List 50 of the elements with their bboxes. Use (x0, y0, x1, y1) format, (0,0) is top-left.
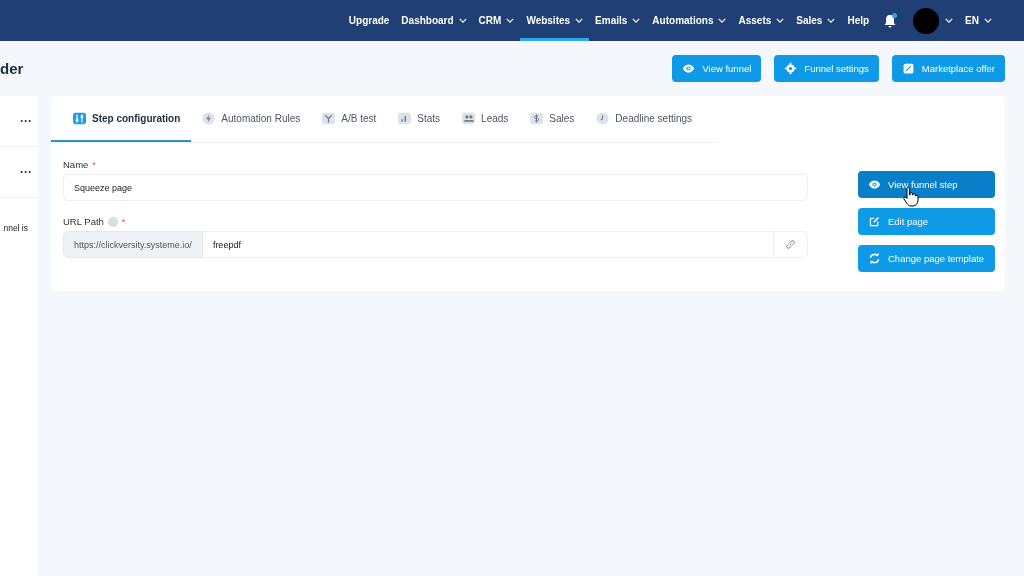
language-menu[interactable]: EN (959, 0, 998, 41)
url-path-field[interactable]: freepdf (202, 231, 773, 258)
sliders-icon (73, 111, 86, 125)
nav-item[interactable]: Upgrade (342, 0, 396, 41)
clock-icon (596, 111, 610, 125)
tab[interactable]: A/B test (311, 96, 388, 142)
sidebar-text: nnel is (3, 223, 28, 233)
tab[interactable]: Step configuration (51, 96, 192, 142)
tab[interactable]: Leads (451, 96, 520, 142)
name-field[interactable]: Squeeze page (63, 174, 808, 201)
nav-item[interactable]: Dashboard (395, 0, 473, 41)
more-menu[interactable]: ··· (20, 165, 32, 179)
nav-item[interactable]: CRM (472, 0, 521, 41)
step-button[interactable]: View funnel step (858, 171, 995, 198)
link-button[interactable] (773, 231, 808, 258)
caret-icon (945, 18, 954, 23)
hand-cursor-icon (902, 187, 919, 207)
eye-icon (682, 62, 696, 75)
tab[interactable]: Sales (519, 96, 586, 142)
field-label: Name (63, 159, 89, 170)
tag-icon (901, 62, 915, 75)
nav-item[interactable]: Emails (589, 0, 647, 41)
nav-item[interactable]: Sales (790, 0, 842, 41)
nav-item[interactable]: Help (841, 0, 876, 41)
page-title: der (0, 60, 24, 77)
bar-chart-icon (398, 111, 412, 125)
more-menu[interactable]: ··· (20, 114, 32, 128)
required-mark: * (92, 159, 96, 170)
tab[interactable]: Automation Rules (191, 96, 312, 142)
tab[interactable]: Deadline settings (585, 96, 704, 142)
nav-item[interactable]: Websites (520, 0, 590, 41)
required-mark: * (121, 216, 126, 227)
bolt-icon (202, 111, 216, 125)
nav-item[interactable]: Assets (732, 0, 791, 41)
eye-icon (868, 178, 881, 191)
tab[interactable]: Stats (387, 96, 452, 142)
link-icon (784, 238, 797, 251)
avatar[interactable] (913, 7, 940, 34)
bell-icon[interactable] (883, 12, 898, 29)
refresh-icon (868, 252, 881, 265)
nav-item[interactable]: Automations (646, 0, 733, 41)
caret-icon (984, 18, 992, 23)
edit-icon (868, 215, 881, 228)
field-label: URL Path (63, 216, 104, 227)
dollar-icon (530, 111, 544, 125)
split-icon (322, 111, 336, 125)
people-icon (462, 111, 476, 125)
help-icon[interactable] (107, 216, 118, 227)
gear-icon (784, 62, 798, 75)
url-prefix: https://clickversity.systeme.io/ (63, 231, 203, 258)
